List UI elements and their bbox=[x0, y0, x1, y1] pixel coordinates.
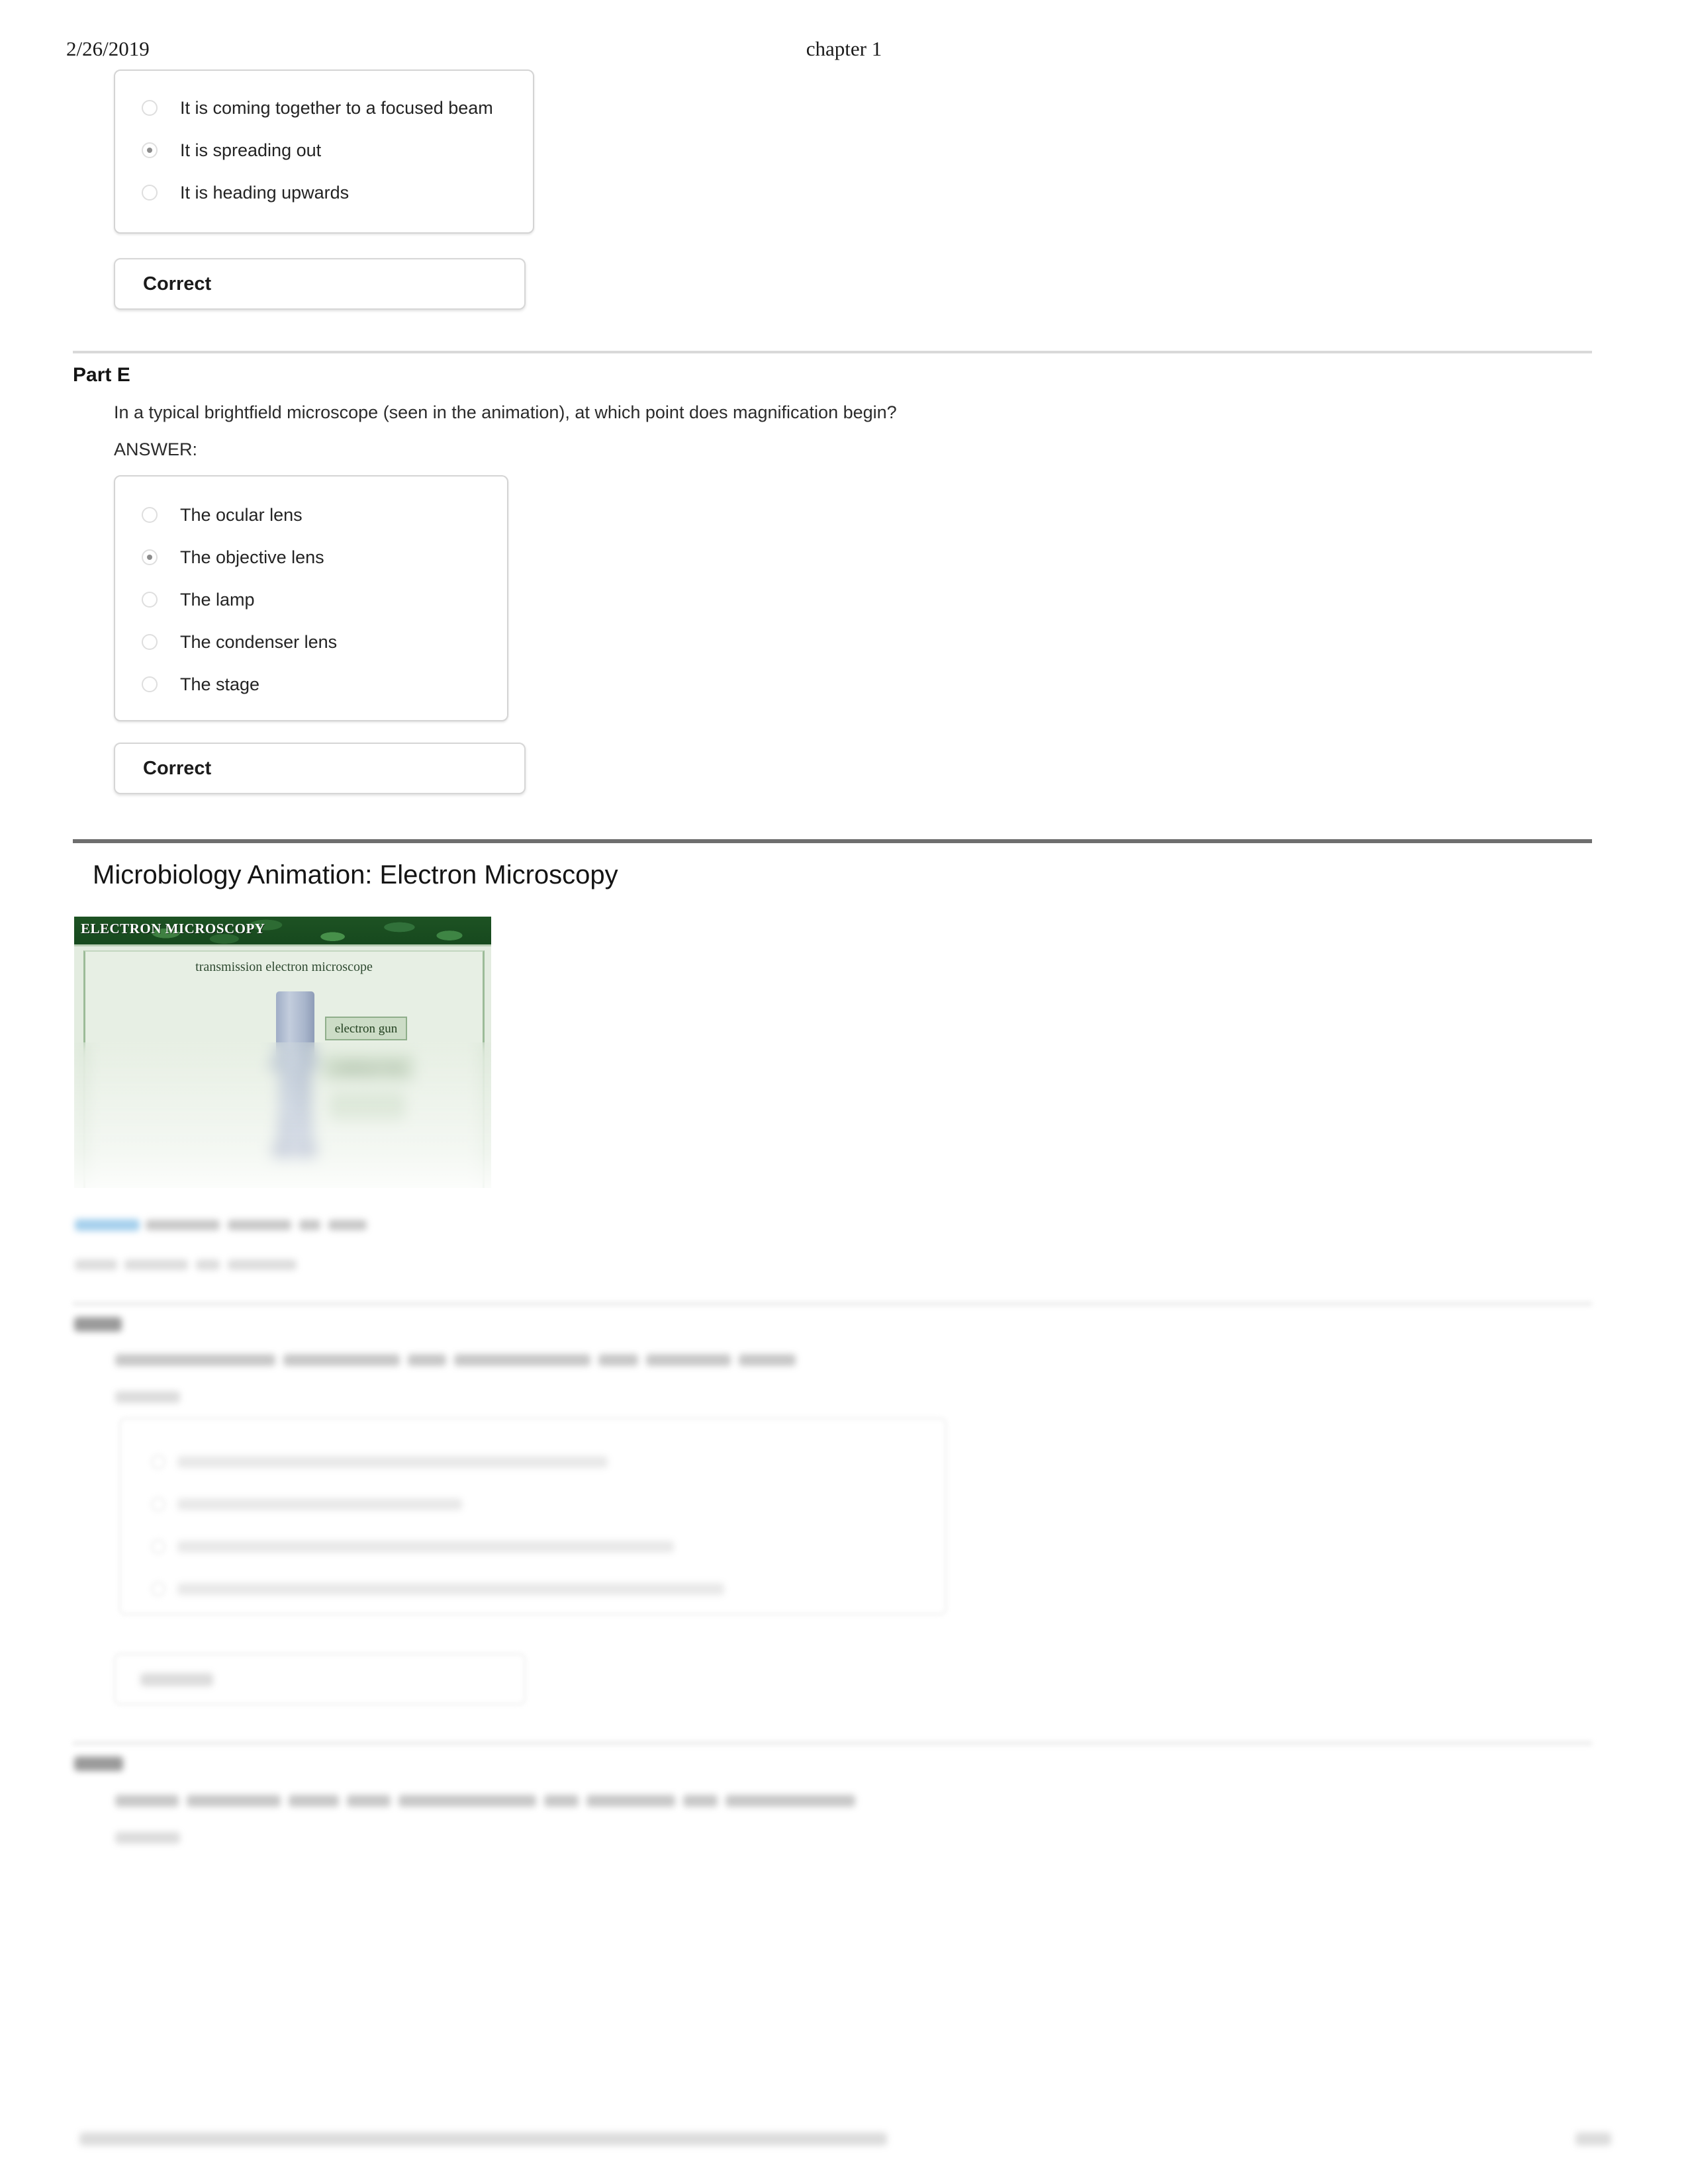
blurred-question-text bbox=[646, 1354, 731, 1366]
page-header: 2/26/2019 chapter 1 bbox=[0, 37, 1688, 70]
answer-option-label: The lamp bbox=[180, 589, 255, 610]
section-divider bbox=[73, 351, 1592, 353]
answer-option[interactable]: The objective lens bbox=[115, 536, 507, 578]
blurred-text bbox=[228, 1259, 297, 1270]
blurred-question-text bbox=[598, 1354, 638, 1366]
blurred-answer-option bbox=[177, 1498, 462, 1510]
animation-section-title: Microbiology Animation: Electron Microsc… bbox=[93, 860, 618, 889]
answer-option-label: It is heading upwards bbox=[180, 182, 350, 203]
animation-thumbnail[interactable]: ELECTRON MICROSCOPY transmission electro… bbox=[74, 917, 491, 1188]
blurred-text bbox=[196, 1259, 220, 1270]
part-d-answer-box: It is coming together to a focused beam … bbox=[114, 69, 534, 234]
blurred-divider bbox=[73, 1742, 1592, 1745]
blurred-question-text bbox=[347, 1795, 391, 1807]
part-e-answer-label: ANSWER: bbox=[114, 439, 198, 459]
answer-option-label: It is spreading out bbox=[180, 140, 322, 160]
blurred-divider bbox=[73, 1302, 1592, 1305]
blurred-text bbox=[228, 1220, 291, 1230]
answer-option[interactable]: The lamp bbox=[115, 578, 507, 621]
blurred-question-text bbox=[726, 1795, 855, 1807]
blurred-answer-label bbox=[115, 1391, 180, 1403]
animation-banner: ELECTRON MICROSCOPY bbox=[74, 917, 491, 944]
blurred-answer-option bbox=[177, 1583, 724, 1595]
blurred-radio-icon[interactable] bbox=[151, 1497, 165, 1512]
blurred-question-text bbox=[683, 1795, 718, 1807]
radio-icon[interactable] bbox=[142, 592, 158, 608]
blurred-answer-label bbox=[115, 1832, 180, 1844]
blurred-question-text bbox=[187, 1795, 281, 1807]
answer-option-label: It is coming together to a focused beam bbox=[180, 97, 493, 118]
answer-option-label: The condenser lens bbox=[180, 631, 338, 652]
answer-option[interactable]: The stage bbox=[115, 663, 507, 705]
blurred-question-text bbox=[115, 1354, 275, 1366]
part-e-answer-box: The ocular lens The objective lens The l… bbox=[114, 475, 508, 721]
answer-option[interactable]: It is heading upwards bbox=[115, 171, 533, 214]
header-title: chapter 1 bbox=[806, 37, 882, 60]
answer-option-label: The ocular lens bbox=[180, 504, 303, 525]
part-d-result-box: Correct bbox=[114, 258, 526, 310]
answer-option[interactable]: The condenser lens bbox=[115, 621, 507, 663]
blurred-question-text bbox=[739, 1354, 796, 1366]
answer-option-label: The stage bbox=[180, 674, 260, 694]
answer-option[interactable]: The ocular lens bbox=[115, 494, 507, 536]
blurred-question-text bbox=[115, 1795, 179, 1807]
radio-icon[interactable] bbox=[142, 676, 158, 692]
blurred-part-heading bbox=[74, 1756, 123, 1771]
radio-icon[interactable] bbox=[142, 634, 158, 650]
radio-icon-selected[interactable] bbox=[142, 549, 158, 565]
blurred-footer-url bbox=[79, 2132, 887, 2146]
animation-banner-text: ELECTRON MICROSCOPY bbox=[81, 921, 265, 936]
blurred-text bbox=[75, 1259, 117, 1270]
blurred-question-text bbox=[454, 1354, 590, 1366]
radio-icon[interactable] bbox=[142, 185, 158, 201]
blurred-link[interactable] bbox=[75, 1219, 140, 1231]
section-divider-thick bbox=[73, 839, 1592, 843]
blurred-answer-option bbox=[177, 1456, 608, 1468]
radio-icon[interactable] bbox=[142, 100, 158, 116]
blurred-question-text bbox=[283, 1354, 400, 1366]
radio-icon[interactable] bbox=[142, 507, 158, 523]
result-status-text: Correct bbox=[143, 273, 212, 295]
animation-caption: transmission electron microscope bbox=[195, 960, 373, 974]
blurred-footer-page-number bbox=[1575, 2132, 1611, 2146]
blurred-text bbox=[146, 1220, 220, 1230]
blurred-radio-icon[interactable] bbox=[151, 1455, 165, 1469]
blurred-question-text bbox=[586, 1795, 675, 1807]
blurred-answer-option bbox=[177, 1541, 674, 1553]
part-e-question: In a typical brightfield microscope (see… bbox=[114, 402, 897, 422]
result-status-text: Correct bbox=[143, 757, 212, 779]
blurred-question-text bbox=[544, 1795, 579, 1807]
radio-icon-selected[interactable] bbox=[142, 142, 158, 158]
part-e-heading: Part E bbox=[73, 364, 130, 386]
blurred-radio-icon[interactable] bbox=[151, 1539, 165, 1554]
blurred-question-text bbox=[408, 1354, 446, 1366]
blurred-question-text bbox=[399, 1795, 536, 1807]
blurred-result-text bbox=[140, 1673, 213, 1686]
answer-option[interactable]: It is spreading out bbox=[115, 129, 533, 171]
thumbnail-blur-overlay bbox=[74, 1042, 491, 1188]
answer-option[interactable]: It is coming together to a focused beam bbox=[115, 87, 533, 129]
answer-option-label: The objective lens bbox=[180, 547, 324, 567]
blurred-text bbox=[124, 1259, 188, 1270]
animation-label-electron-gun: electron gun bbox=[325, 1017, 407, 1040]
blurred-part-heading bbox=[74, 1317, 122, 1332]
blurred-question-text bbox=[289, 1795, 339, 1807]
blurred-text bbox=[299, 1220, 320, 1230]
blurred-text bbox=[328, 1220, 367, 1230]
blurred-radio-icon[interactable] bbox=[151, 1582, 165, 1596]
part-e-result-box: Correct bbox=[114, 743, 526, 794]
